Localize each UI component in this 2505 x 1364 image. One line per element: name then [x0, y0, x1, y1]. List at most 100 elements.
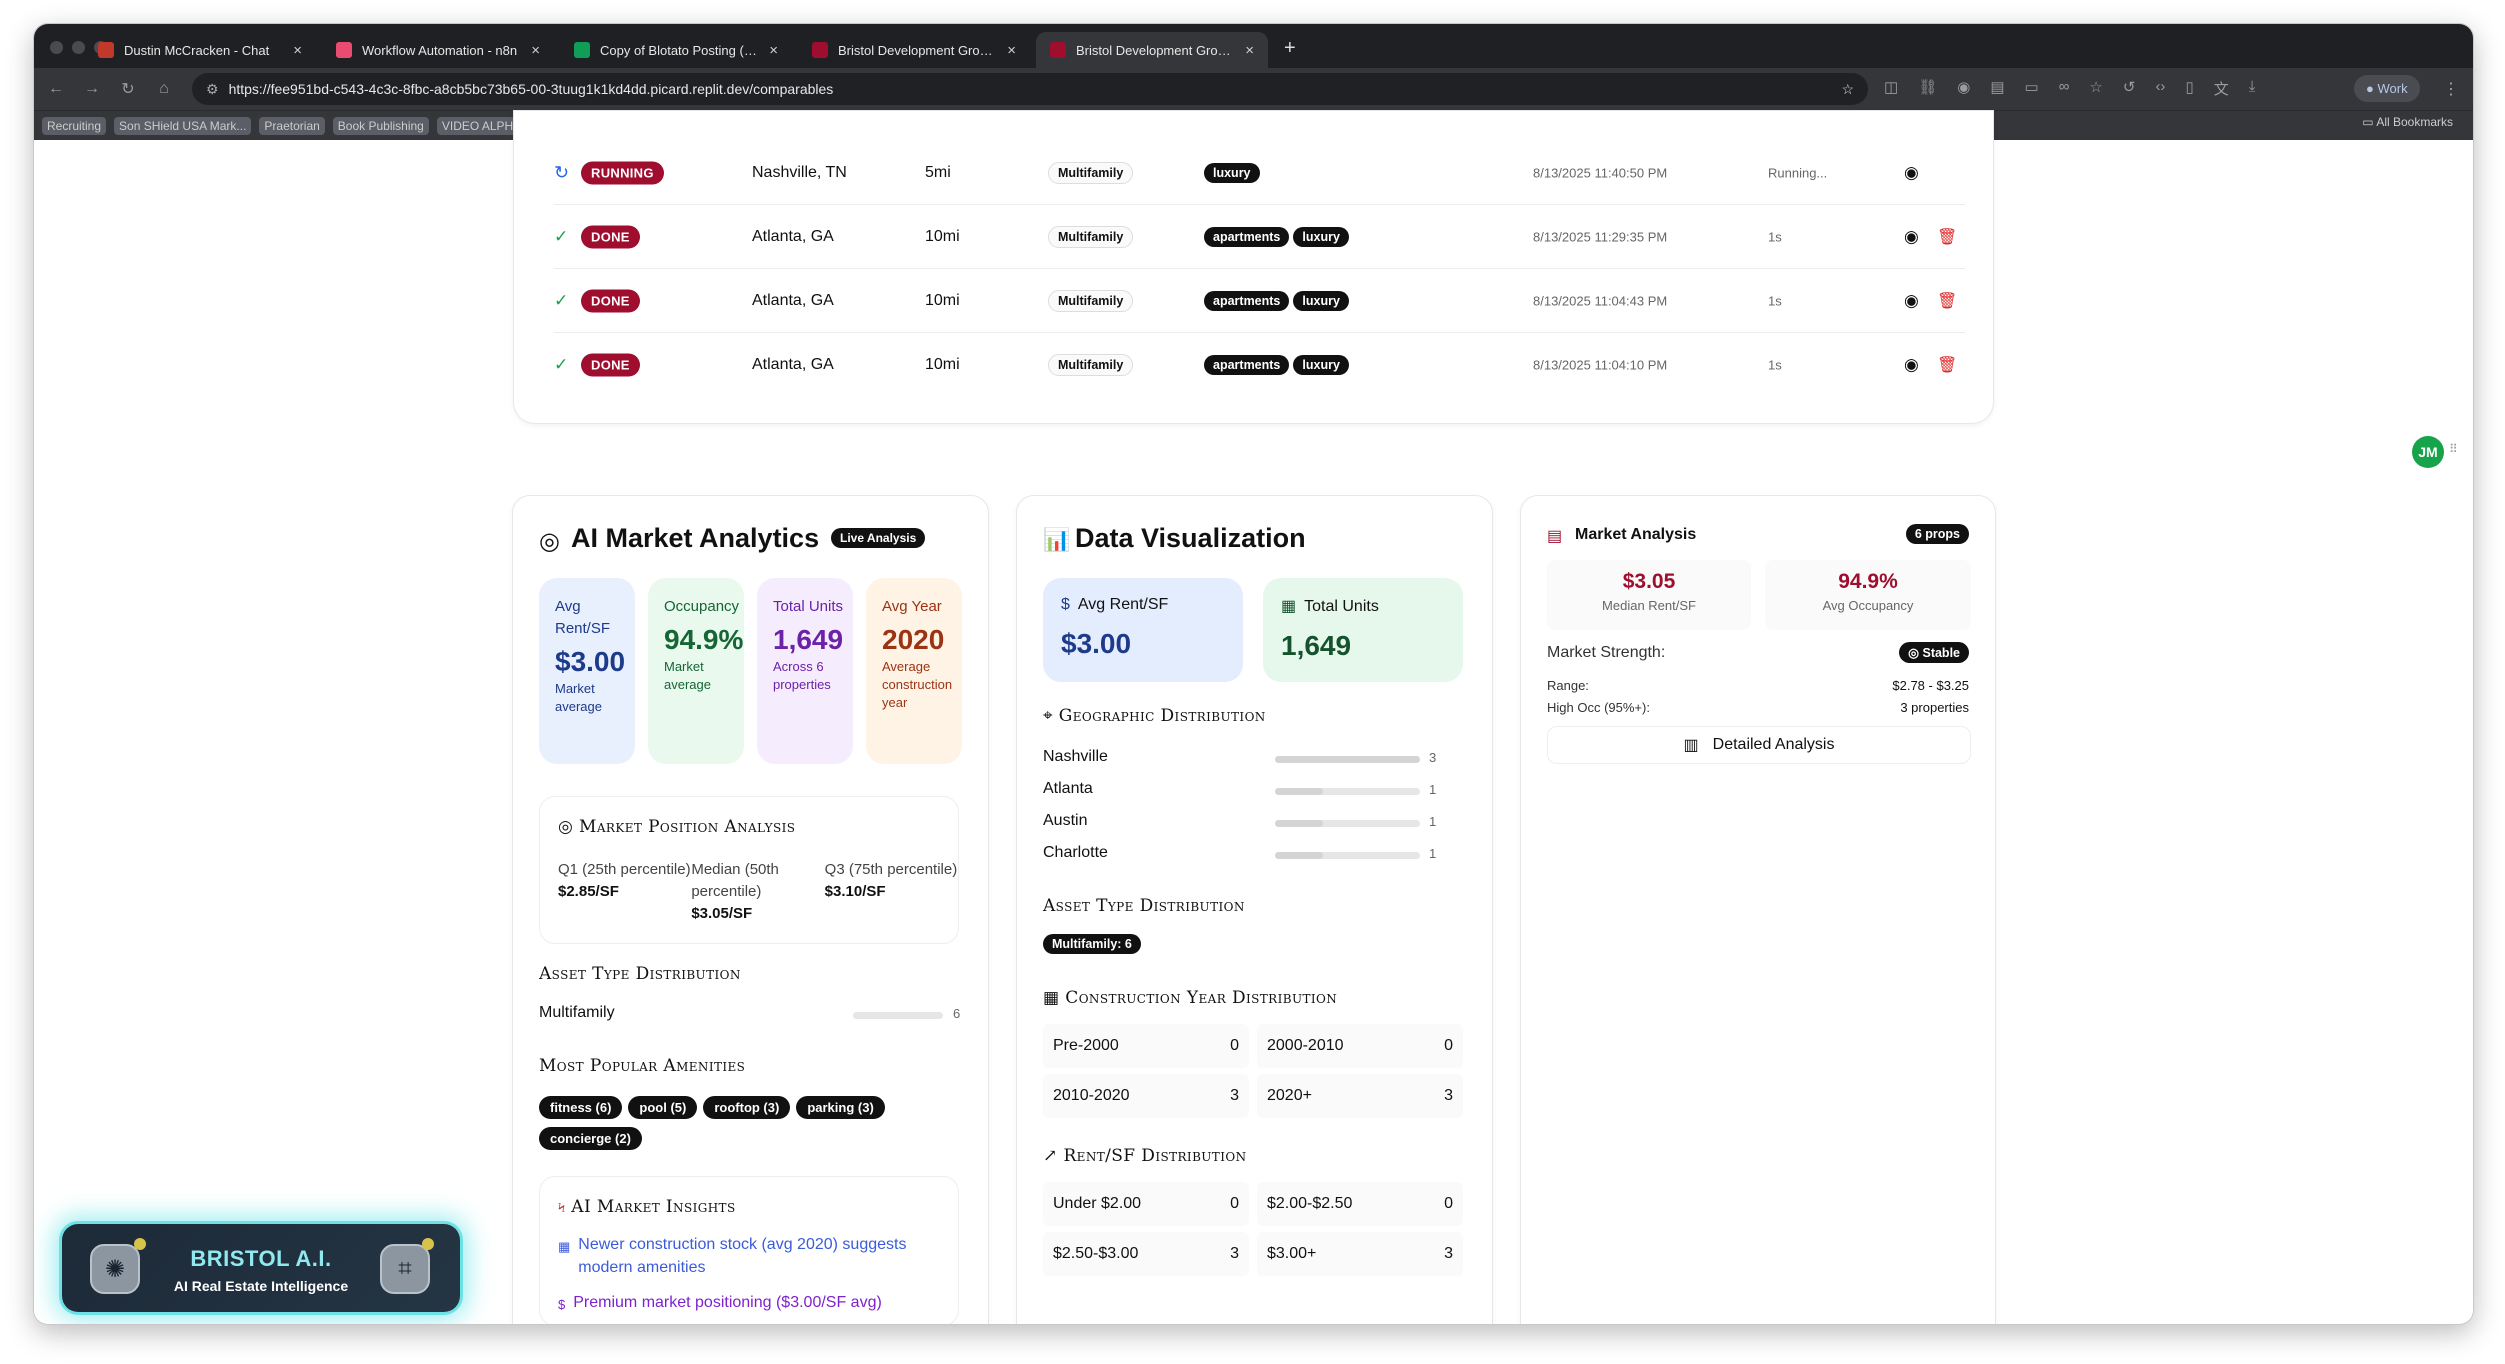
geo-bar — [1275, 756, 1420, 763]
stat-value: $3.00 — [555, 646, 626, 677]
bookmark-item[interactable]: Praetorian — [259, 116, 325, 135]
profile-button[interactable]: ● Work — [2354, 75, 2420, 102]
site-info-icon[interactable]: ⚙ — [206, 81, 219, 98]
avatar[interactable]: JM — [2412, 436, 2444, 468]
bristol-ai-widget[interactable]: ✺ BRISTOL A.I. AI Real Estate Intelligen… — [62, 1224, 460, 1312]
delete-icon[interactable]: 🗑 — [1937, 227, 1957, 247]
tab-favicon-icon — [574, 42, 590, 58]
insight-item[interactable]: $ Premium market positioning ($3.00/SF av… — [558, 1291, 948, 1316]
geo-bar-fill — [1275, 756, 1420, 763]
tab-title: Bristol Development Group - — [838, 42, 998, 58]
rents-cell: Under $2.00 0 — [1043, 1182, 1249, 1226]
kpi-label: $ Avg Rent/SF — [1061, 596, 1231, 614]
market-position-title: ◎ Market Position Analysis — [558, 817, 795, 837]
trend-up-icon: ↗ — [1043, 1146, 1058, 1166]
high-occ-value: 3 properties — [1900, 700, 1969, 715]
bookmark-item[interactable]: Recruiting — [42, 116, 107, 135]
table-row[interactable]: ✓ DONE Atlanta, GA 10mi Multifamily apartment… — [554, 269, 1965, 333]
view-icon[interactable]: ◉ — [1904, 355, 1919, 375]
tab-0[interactable]: Dustin McCracken - Chat × — [84, 32, 316, 68]
extension-icons: ◫ ⛓ ◉ ▤ ▭ ∞ ☆ ↺ ‹› ▯ 文 ⤓ — [1884, 78, 2255, 99]
asset-type-count: 6 — [953, 1006, 961, 1021]
extension-icon[interactable]: ▭ — [2025, 78, 2039, 99]
geo-count: 1 — [1429, 782, 1437, 797]
trash-icon[interactable]: ▯ — [2185, 78, 2193, 99]
extension-icon[interactable]: ▤ — [1990, 78, 2004, 99]
analytics-title: AI Market Analytics — [571, 523, 820, 553]
kpi-card: ▦ Total Units 1,649 — [1263, 578, 1463, 682]
bookmark-item[interactable]: Son SHield USA Mark... — [114, 116, 252, 135]
status-badge: DONE — [581, 225, 640, 248]
tab-1[interactable]: Workflow Automation - n8n × — [322, 32, 554, 68]
table-row[interactable]: ↻ RUNNING Nashville, TN 5mi Multifamily luxur… — [554, 141, 1965, 205]
drag-handle-icon[interactable]: ⠿ — [2449, 442, 2458, 456]
home-icon[interactable]: ⌂ — [146, 80, 182, 98]
view-icon[interactable]: ◉ — [1904, 291, 1919, 311]
tag-chip: apartments — [1204, 355, 1290, 375]
quartile-value: $3.10/SF — [824, 883, 886, 900]
bookmark-item[interactable]: Book Publishing — [332, 116, 429, 135]
url-text[interactable]: https://fee951bd-c543-4c3c-8fbc-a8cb5bc7… — [229, 81, 834, 97]
download-icon[interactable]: ⤓ — [2249, 78, 2256, 99]
close-icon[interactable]: × — [531, 42, 540, 59]
extension-icon[interactable]: ◉ — [1957, 78, 1970, 99]
job-location: Nashville, TN — [752, 163, 847, 181]
close-icon[interactable]: × — [293, 42, 302, 59]
asset-chip: Multifamily: 6 — [1043, 934, 1141, 954]
live-analysis-badge: Live Analysis — [831, 528, 926, 548]
code-icon[interactable]: ‹› — [2155, 78, 2165, 99]
translate-icon[interactable]: 文 — [2214, 78, 2229, 99]
address-bar[interactable]: ⚙ https://fee951bd-c543-4c3c-8fbc-a8cb5b… — [192, 73, 1868, 105]
quartile: Q1 (25th percentile) $2.85/SF — [558, 859, 691, 925]
delete-icon[interactable]: 🗑 — [1937, 355, 1957, 375]
new-tab-button[interactable]: + — [1284, 37, 1296, 60]
back-icon[interactable]: ← — [38, 80, 74, 98]
extension-icon[interactable]: ◫ — [1884, 78, 1898, 99]
detailed-analysis-button[interactable]: ▥ Detailed Analysis — [1547, 726, 1971, 764]
job-location: Atlanta, GA — [752, 356, 834, 373]
geo-bar-fill — [1275, 852, 1324, 859]
kpi-label-text: Avg Rent/SF — [1077, 596, 1169, 613]
extension-icon[interactable]: ☆ — [2089, 78, 2102, 99]
strength-label: Market Strength: — [1547, 644, 1666, 661]
all-bookmarks[interactable]: ▭ All Bookmarks — [2362, 115, 2453, 129]
jobs-table-card: ↻ RUNNING Nashville, TN 5mi Multifamily luxur… — [513, 110, 1994, 424]
table-row[interactable]: ✓ DONE Atlanta, GA 10mi Multifamily apartment… — [554, 205, 1965, 269]
bar-chart-icon: ▥ — [1683, 737, 1699, 754]
tab-favicon-icon — [336, 42, 352, 58]
ai-insights-label: AI Market Insights — [571, 1197, 736, 1217]
amenity-tag: fitness (6) — [539, 1096, 623, 1119]
chip-icon[interactable]: ⌗ — [380, 1244, 430, 1294]
view-icon[interactable]: ◉ — [1904, 163, 1919, 183]
job-radius: 10mi — [925, 227, 960, 245]
stat-label: Occupancy — [664, 598, 740, 615]
forward-icon[interactable]: → — [74, 80, 110, 98]
menu-icon[interactable]: ⋮ — [2443, 79, 2459, 99]
range-value: $2.78 - $3.25 — [1892, 678, 1969, 693]
profile-label: Work — [2377, 81, 2408, 96]
job-duration: 1s — [1768, 293, 1782, 308]
link-icon[interactable]: ⛓ — [1918, 78, 1937, 99]
view-icon[interactable]: ◉ — [1904, 227, 1919, 247]
extension-icon[interactable]: ∞ — [2059, 78, 2070, 99]
tab-4[interactable]: Bristol Development Group - × — [1036, 32, 1268, 68]
close-icon[interactable]: × — [1245, 42, 1254, 59]
tab-2[interactable]: Copy of Blotato Posting (N8N × — [560, 32, 792, 68]
close-icon[interactable]: × — [769, 42, 778, 59]
job-radius: 5mi — [925, 163, 951, 181]
history-icon[interactable]: ↺ — [2123, 78, 2136, 99]
stat-label: Total Units — [773, 598, 844, 615]
table-row[interactable]: ✓ DONE Atlanta, GA 10mi Multifamily apartment… — [554, 333, 1965, 397]
geo-city: Charlotte — [1043, 844, 1108, 861]
cell-label: 2010-2020 — [1053, 1087, 1130, 1104]
close-icon[interactable]: × — [1007, 42, 1016, 59]
delete-icon[interactable]: 🗑 — [1937, 291, 1957, 311]
tab-3[interactable]: Bristol Development Group - × — [798, 32, 1030, 68]
amenities-title: Most Popular Amenities — [539, 1056, 746, 1076]
geo-title: ⌖ Geographic Distribution — [1043, 706, 1266, 726]
reload-icon[interactable]: ↻ — [110, 79, 146, 99]
amenities-list: fitness (6) pool (5) rooftop (3) parking (3… — [539, 1096, 959, 1158]
insight-item[interactable]: ▦ Newer construction stock (avg 2020) sug… — [558, 1233, 948, 1279]
bookmark-star-icon[interactable]: ☆ — [1841, 81, 1854, 98]
browser-toolbar: ← → ↻ ⌂ ⚙ https://fee951bd-c543-4c3c-8fb… — [34, 68, 2473, 110]
